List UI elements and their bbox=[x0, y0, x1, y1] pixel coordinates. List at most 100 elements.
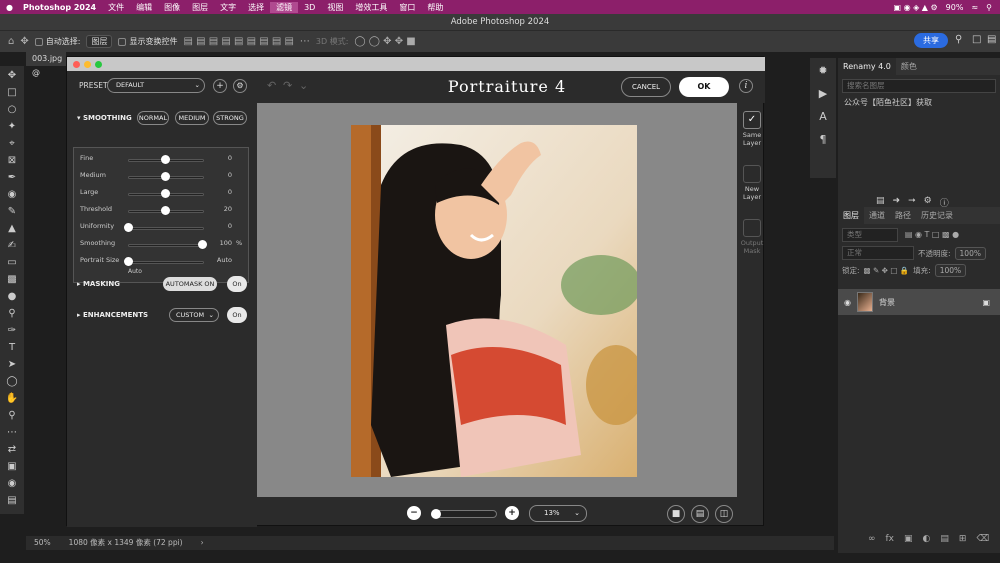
layer-search-input[interactable]: 搜索名图层 bbox=[842, 79, 996, 93]
enhancement-mode-dropdown[interactable]: CUSTOM ⌄ bbox=[169, 308, 219, 322]
blend-mode-select[interactable]: 正常 bbox=[842, 246, 914, 260]
filter-icons[interactable]: ▤ ◉ T □ ▩ ● bbox=[905, 230, 959, 239]
gradient-icon[interactable]: ▩ bbox=[2, 272, 22, 287]
fill-input[interactable]: 100% bbox=[934, 264, 967, 277]
ok-button[interactable]: OK bbox=[679, 77, 729, 97]
slider-uniformity[interactable]: Uniformity 0 bbox=[80, 222, 246, 234]
split-horizontal-icon[interactable]: ▤ bbox=[691, 505, 709, 523]
type-tool-icon[interactable]: T bbox=[2, 340, 22, 355]
apple-menu-icon[interactable]: ● bbox=[0, 3, 19, 12]
brush-tool-icon[interactable]: ✎ bbox=[2, 204, 22, 219]
output-option-same-layer[interactable]: ✓ bbox=[743, 111, 761, 129]
slider-smoothing[interactable]: Smoothing 100% bbox=[80, 239, 246, 251]
history-brush-icon[interactable]: ✍ bbox=[2, 238, 22, 253]
color-swatches-icon[interactable]: ▣ bbox=[2, 459, 22, 474]
screen-mode-icon[interactable]: ▤ bbox=[2, 493, 22, 508]
new-layer-icon[interactable]: ⊞ bbox=[959, 534, 967, 544]
search-icon[interactable]: ⚲ bbox=[986, 3, 992, 12]
zoom-percent-dropdown[interactable]: 13% ⌄ bbox=[529, 505, 587, 522]
slider-value[interactable]: 0 bbox=[206, 171, 232, 179]
slider-knob[interactable] bbox=[161, 155, 170, 164]
play-icon[interactable]: ▶ bbox=[819, 87, 827, 100]
close-window-icon[interactable] bbox=[73, 60, 80, 68]
filter-kind-select[interactable]: 类型 bbox=[842, 228, 898, 242]
menu-type[interactable]: 文字 bbox=[214, 2, 242, 13]
healing-brush-icon[interactable]: ◉ bbox=[2, 187, 22, 202]
single-view-icon[interactable]: ■ bbox=[667, 505, 685, 523]
slider-large[interactable]: Large 0 bbox=[80, 188, 246, 200]
blur-tool-icon[interactable]: ● bbox=[2, 289, 22, 304]
slider-track[interactable] bbox=[128, 261, 204, 264]
tab-history[interactable]: 历史记录 bbox=[916, 210, 958, 221]
slider-knob[interactable] bbox=[124, 223, 133, 232]
rename-icon[interactable]: ▤ bbox=[876, 196, 885, 209]
lock-icons[interactable]: ▩ ✎ ✥ □ 🔒 bbox=[864, 266, 910, 275]
more-icon[interactable]: ⋯ bbox=[300, 36, 310, 47]
slider-value[interactable]: 0 bbox=[206, 154, 232, 162]
document-info[interactable]: 1080 像素 x 1349 像素 (72 ppi) bbox=[69, 536, 183, 550]
swap-colors-icon[interactable]: ⇄ bbox=[2, 442, 22, 457]
gear-icon[interactable]: ⚙ bbox=[924, 196, 932, 209]
crop-tool-icon[interactable]: ⌖ bbox=[2, 136, 22, 151]
settings-gear-icon[interactable]: ⚙ bbox=[233, 79, 247, 93]
slider-knob[interactable] bbox=[124, 257, 133, 266]
tab-layers[interactable]: 图层 bbox=[838, 207, 864, 224]
zoom-slider-knob[interactable] bbox=[431, 509, 441, 519]
show-transform-checkbox[interactable]: 显示变换控件 bbox=[118, 36, 177, 47]
zoom-level[interactable]: 50% bbox=[34, 536, 51, 550]
document-tab[interactable]: 003.jpg @ bbox=[26, 52, 66, 77]
mask-icon[interactable]: ▣ bbox=[904, 534, 913, 544]
menu-3d[interactable]: 3D bbox=[298, 3, 321, 12]
panel-layout-icon[interactable]: ▤ bbox=[987, 34, 996, 45]
menu-select[interactable]: 选择 bbox=[242, 2, 270, 13]
character-icon[interactable]: A bbox=[819, 110, 827, 123]
lasso-tool-icon[interactable]: ○ bbox=[2, 102, 22, 117]
move-tool-icon[interactable]: ✥ bbox=[20, 36, 28, 47]
search-icon[interactable]: ⚲ bbox=[955, 34, 962, 45]
shape-tool-icon[interactable]: ◯ bbox=[2, 374, 22, 389]
menu-help[interactable]: 帮助 bbox=[421, 2, 449, 13]
mode-strong-button[interactable]: STRONG bbox=[213, 111, 247, 125]
layer-select-dropdown[interactable]: 图层 bbox=[86, 35, 113, 48]
pen-tool-icon[interactable]: ✑ bbox=[2, 323, 22, 338]
zoom-slider[interactable] bbox=[431, 509, 497, 519]
info-icon[interactable]: i bbox=[739, 79, 753, 93]
masking-toggle[interactable]: On bbox=[227, 276, 247, 292]
eyedropper-icon[interactable]: ✒ bbox=[2, 170, 22, 185]
fx-icon[interactable]: fx bbox=[886, 534, 895, 544]
menu-layer[interactable]: 图层 bbox=[186, 2, 214, 13]
more-tools-icon[interactable]: ⋯ bbox=[2, 425, 22, 440]
wifi-icon[interactable]: ≈ bbox=[971, 3, 978, 12]
quick-mask-icon[interactable]: ◉ bbox=[2, 476, 22, 491]
home-icon[interactable]: ⌂ bbox=[8, 36, 14, 47]
slider-value[interactable]: 100 bbox=[206, 239, 232, 247]
adjustment-icon[interactable]: ◐ bbox=[923, 534, 931, 544]
workspace-icon[interactable]: □ bbox=[972, 34, 981, 45]
slider-value[interactable]: 0 bbox=[206, 222, 232, 230]
paragraph-icon[interactable]: ¶ bbox=[820, 133, 827, 146]
plugin-icon[interactable]: ✹ bbox=[818, 64, 827, 77]
enhancements-header[interactable]: ▸ ENHANCEMENTS bbox=[77, 311, 148, 319]
zoom-window-icon[interactable] bbox=[95, 60, 102, 68]
masking-header[interactable]: ▸ MASKING bbox=[77, 280, 120, 288]
zoom-tool-icon[interactable]: ⚲ bbox=[2, 408, 22, 423]
magic-wand-icon[interactable]: ✦ bbox=[2, 119, 22, 134]
align-icons[interactable]: ▤ ▤ ▤ ▤ ▤ ▤ ▤ ▤ ▤ bbox=[183, 36, 293, 47]
menu-window[interactable]: 窗口 bbox=[393, 2, 421, 13]
info-chevron-icon[interactable]: › bbox=[201, 536, 204, 550]
cancel-button[interactable]: CANCEL bbox=[621, 77, 671, 97]
move-tool-icon[interactable]: ✥ bbox=[2, 68, 22, 83]
preset-dropdown[interactable]: DEFAULT ⌄ bbox=[107, 78, 205, 93]
automask-button[interactable]: AUTOMASK ON bbox=[163, 277, 217, 291]
split-vertical-icon[interactable]: ◫ bbox=[715, 505, 733, 523]
eraser-icon[interactable]: ▭ bbox=[2, 255, 22, 270]
slider-value[interactable]: 20 bbox=[206, 205, 232, 213]
menu-view[interactable]: 视图 bbox=[321, 2, 349, 13]
add-preset-icon[interactable]: + bbox=[213, 79, 227, 93]
path-select-icon[interactable]: ➤ bbox=[2, 357, 22, 372]
3d-tool-icons[interactable]: ◯ ◯ ✥ ✥ ■ bbox=[354, 36, 415, 47]
slider-value[interactable]: Auto bbox=[206, 256, 232, 264]
output-option-new-layer[interactable] bbox=[743, 165, 761, 183]
preview-canvas[interactable] bbox=[257, 103, 737, 497]
slider-knob[interactable] bbox=[161, 172, 170, 181]
